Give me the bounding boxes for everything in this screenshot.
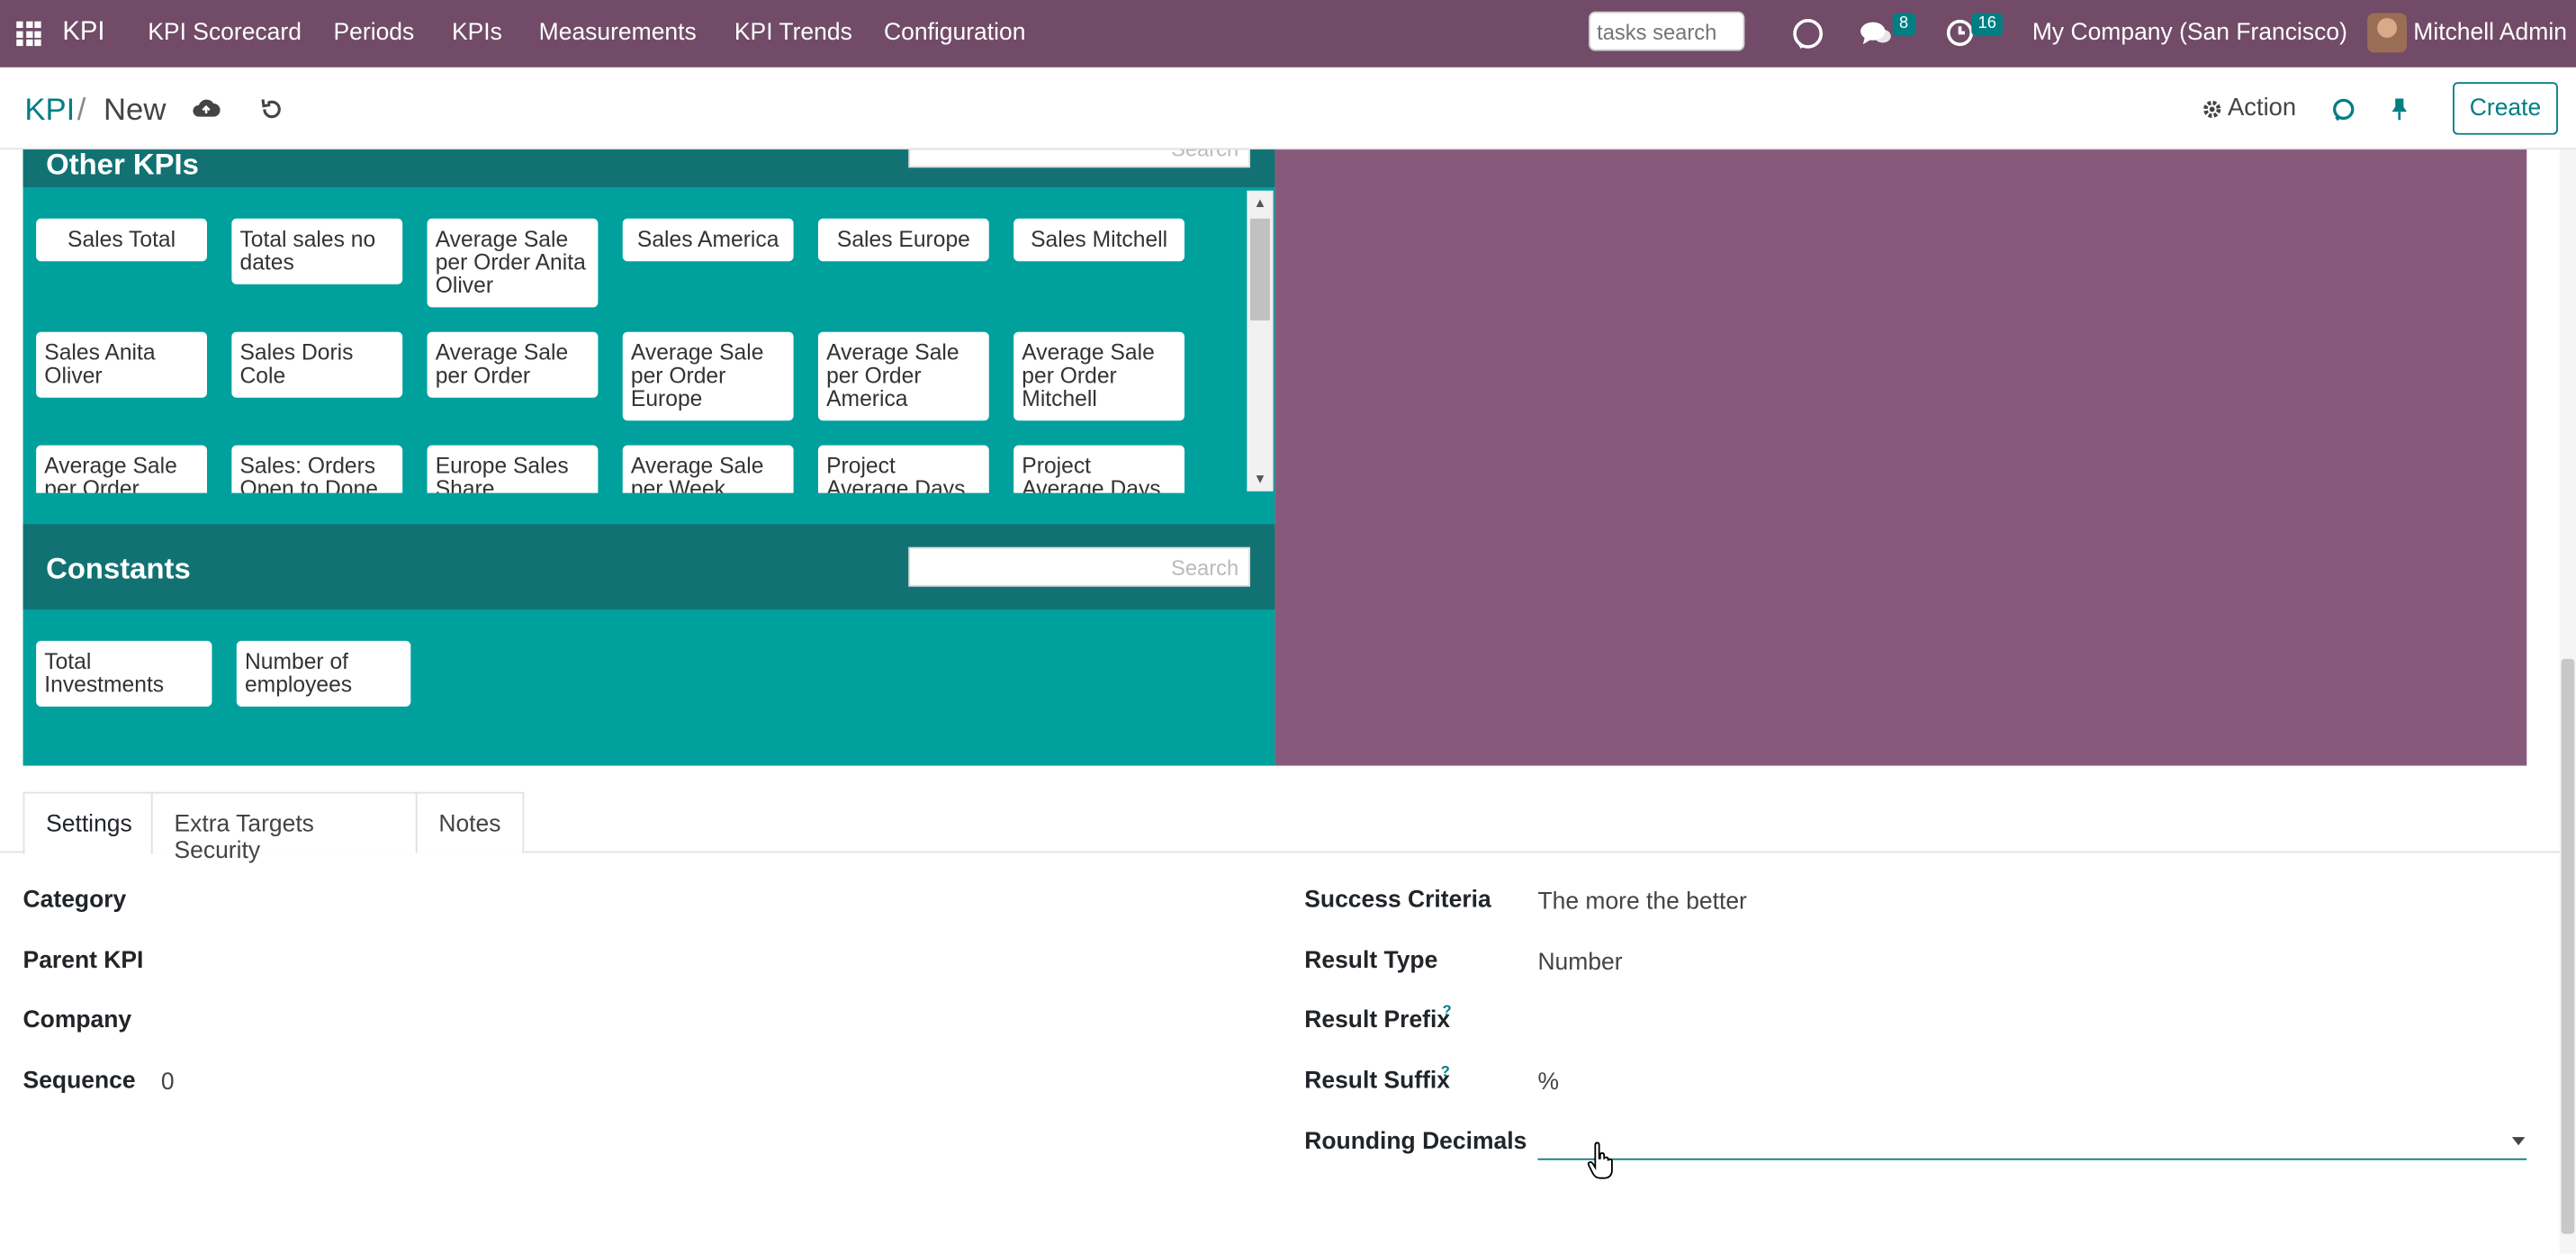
chevron-down-icon[interactable]: [2511, 1137, 2526, 1146]
kpi-tile[interactable]: Project Average Days: [817, 445, 989, 493]
breadcrumb-separator: /: [77, 94, 86, 129]
messages-icon[interactable]: [1860, 20, 1893, 48]
apps-grid-icon[interactable]: [16, 21, 41, 47]
discuss-icon[interactable]: [1791, 16, 1825, 50]
result-type-label: Result Type: [1304, 948, 1438, 975]
pin-icon[interactable]: [2389, 97, 2410, 122]
kpi-tile[interactable]: Average Sale per Order Europe: [622, 331, 794, 421]
kpi-tile[interactable]: Average Sale per Order: [427, 331, 599, 398]
tasks-search-input[interactable]: [1589, 11, 1745, 51]
result-prefix-help-icon[interactable]: ?: [1443, 1002, 1452, 1018]
company-label: Company: [23, 1006, 132, 1034]
app-brand[interactable]: KPI: [62, 18, 104, 48]
menu-measurements[interactable]: Measurements: [539, 20, 697, 46]
other-kpis-list: Sales Total Total sales no dates Average…: [23, 187, 1249, 493]
other-kpis-header: Other KPIs Search: [23, 149, 1275, 188]
company-switcher[interactable]: My Company (San Francisco): [2032, 20, 2347, 46]
user-menu[interactable]: Mitchell Admin: [2413, 20, 2567, 46]
scrollbar-thumb[interactable]: [1250, 218, 1270, 320]
user-avatar[interactable]: [2367, 13, 2407, 53]
kpi-tile[interactable]: Average Sale per Order: [36, 445, 207, 493]
success-criteria-label: Success Criteria: [1304, 887, 1491, 914]
kpi-formula-panel: Other KPIs Search Sales Total Total sale…: [23, 149, 1275, 766]
constant-tile[interactable]: Number of employees: [236, 640, 411, 707]
menu-kpi-trends[interactable]: KPI Trends: [734, 20, 852, 46]
kpi-tile[interactable]: Average Sale per Order Mitchell: [1013, 331, 1185, 421]
breadcrumb-kpi[interactable]: KPI: [24, 94, 75, 130]
menu-periods[interactable]: Periods: [334, 20, 415, 46]
tab-settings[interactable]: Settings: [23, 791, 153, 855]
menu-configuration[interactable]: Configuration: [884, 20, 1025, 46]
scroll-down-arrow-icon[interactable]: ▼: [1247, 472, 1273, 486]
gear-icon: [2203, 100, 2221, 118]
other-kpis-search[interactable]: Search: [908, 149, 1251, 168]
other-kpis-scrollbar[interactable]: ▲ ▼: [1247, 190, 1274, 492]
create-button[interactable]: Create: [2453, 82, 2558, 135]
sequence-label: Sequence: [23, 1068, 136, 1095]
cloud-save-icon[interactable]: [193, 97, 221, 119]
kpi-tile[interactable]: Project Average Days: [1013, 445, 1185, 493]
breadcrumb-current: New: [103, 94, 167, 129]
kpi-form-page: KPI KPI Scorecard Periods KPIs Measureme…: [0, 0, 2576, 1254]
constants-title: Constants: [46, 552, 191, 585]
activities-count-badge: 16: [1971, 13, 2004, 37]
sequence-field[interactable]: 0: [161, 1069, 175, 1096]
activity-clock-icon[interactable]: [1945, 18, 1975, 48]
kpi-tile[interactable]: Sales Anita Oliver: [36, 331, 207, 398]
result-type-field[interactable]: Number: [1537, 950, 1622, 976]
result-prefix-label: Result Prefix: [1304, 1006, 1451, 1034]
menu-kpis[interactable]: KPIs: [452, 20, 502, 46]
control-panel: KPI / New Action Create: [0, 67, 2576, 150]
kpi-tile[interactable]: Sales Europe: [817, 218, 989, 262]
page-scrollbar[interactable]: [2559, 149, 2576, 1254]
success-criteria-field[interactable]: The more the better: [1537, 889, 1746, 915]
kpi-tile[interactable]: Average Sale per Order Anita Oliver: [427, 218, 599, 308]
formula-preview-panel: [1274, 149, 2527, 766]
page-scrollbar-thumb[interactable]: [2561, 658, 2575, 1234]
result-suffix-label: Result Suffix: [1304, 1068, 1451, 1095]
kpi-tile[interactable]: Sales Doris Cole: [231, 331, 403, 398]
hand-cursor-icon: [1587, 1141, 1613, 1179]
tab-notes[interactable]: Notes: [415, 791, 525, 853]
rounding-decimals-label: Rounding Decimals: [1304, 1128, 1527, 1156]
action-menu-button[interactable]: Action: [2228, 94, 2296, 122]
refresh-icon[interactable]: [2331, 97, 2355, 122]
kpi-tile[interactable]: Average Sale per Week: [622, 445, 794, 493]
discard-icon[interactable]: [259, 97, 284, 122]
other-kpis-title: Other KPIs: [46, 149, 199, 181]
kpi-tile[interactable]: Europe Sales Share: [427, 445, 599, 493]
category-label: Category: [23, 887, 127, 914]
kpi-tile[interactable]: Sales: Orders Open to Done: [231, 445, 403, 493]
kpi-tile[interactable]: Sales America: [622, 218, 794, 262]
parent-kpi-label: Parent KPI: [23, 948, 144, 975]
kpi-tile[interactable]: Sales Mitchell: [1013, 218, 1185, 262]
kpi-tile[interactable]: Average Sale per Order America: [817, 331, 989, 421]
menu-kpi-scorecard[interactable]: KPI Scorecard: [148, 20, 302, 46]
top-navbar: KPI KPI Scorecard Periods KPIs Measureme…: [0, 0, 2576, 68]
constants-search[interactable]: Search: [908, 546, 1251, 587]
constant-tile[interactable]: Total Investments: [36, 640, 212, 707]
tab-extra-targets-security[interactable]: Extra Targets Security: [150, 791, 418, 864]
form-notebook-tabs: Settings Extra Targets Security Notes: [0, 791, 2576, 864]
result-suffix-field[interactable]: %: [1537, 1069, 1559, 1096]
kpi-tile[interactable]: Sales Total: [36, 218, 207, 262]
kpi-tile[interactable]: Total sales no dates: [231, 218, 403, 284]
messages-count-badge: 8: [1892, 13, 1915, 37]
scroll-up-arrow-icon[interactable]: ▲: [1247, 195, 1273, 210]
result-suffix-help-icon[interactable]: ?: [1441, 1063, 1450, 1079]
constants-header: Constants Search: [23, 524, 1275, 610]
rounding-decimals-select[interactable]: [1537, 1158, 2527, 1160]
